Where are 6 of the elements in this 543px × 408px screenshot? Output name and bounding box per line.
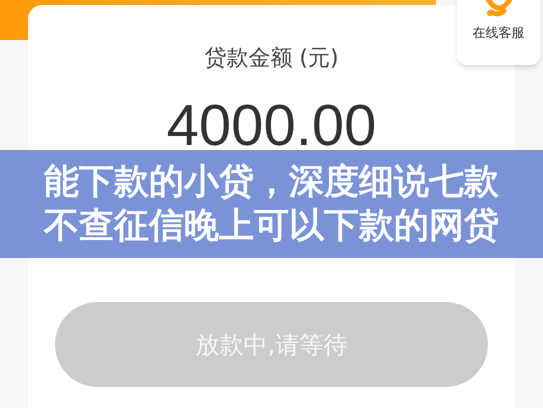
service-widget[interactable]: 在线客服 [457, 0, 540, 65]
service-label: 在线客服 [472, 25, 524, 43]
banner-title-line: 不查征信晚上可以下款的网贷 [44, 205, 499, 248]
amount-label: 贷款金额 (元) [204, 45, 339, 73]
loan-amount: 4000.00 [166, 97, 376, 155]
banner-title-line: 能下款的小贷，深度细说七款 [44, 161, 499, 204]
